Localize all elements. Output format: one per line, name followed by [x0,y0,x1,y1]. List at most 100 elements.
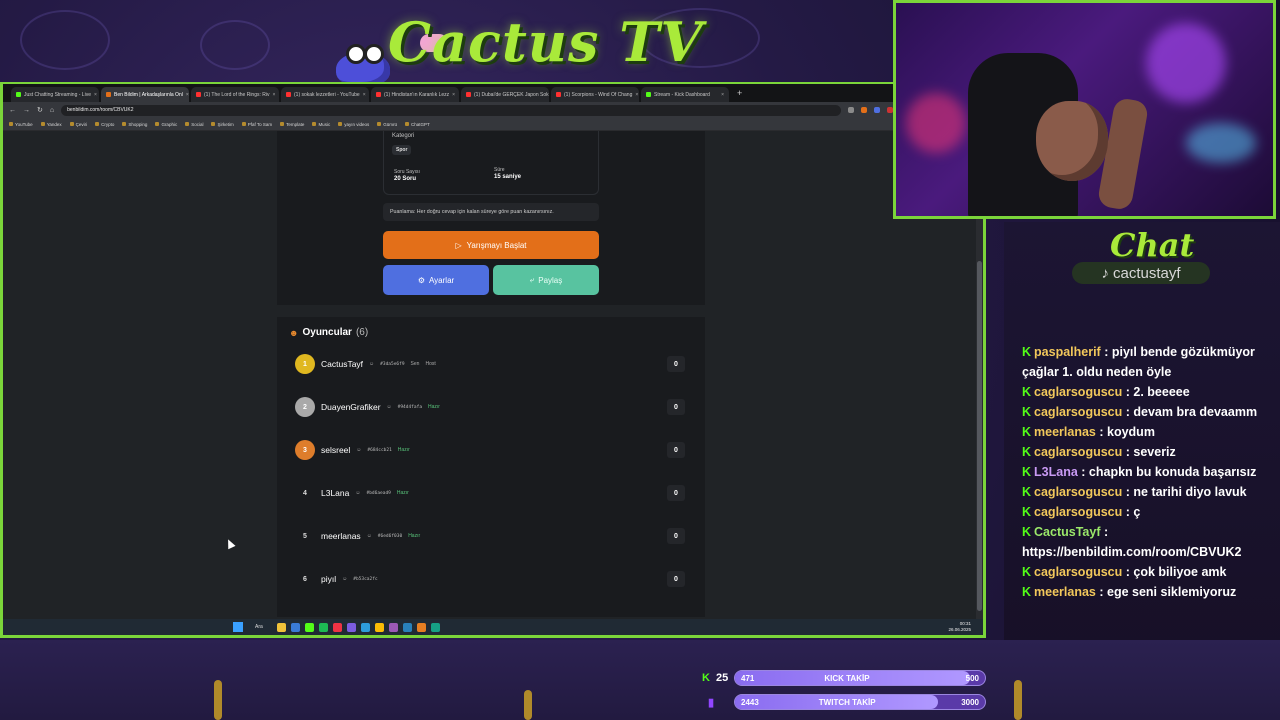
bookmark-label: ChatGPT [410,121,430,127]
app-icon[interactable] [360,622,370,632]
chat-text: : koydum [1099,425,1155,439]
browser-tab[interactable]: (1) sokak lezzetleri - YouTube × [281,87,369,102]
reload-icon[interactable]: ↻ [37,106,43,114]
bookmark-item[interactable]: YouTube [9,122,33,127]
browser-tab[interactable]: Stream - Kick Dashboard × [641,87,729,102]
bookmark-item[interactable]: Graphic [155,122,177,127]
bookmark-label: Social [191,121,204,127]
bookmark-item[interactable]: Şirketim [211,122,234,127]
bookmark-item[interactable]: Çeviri [69,122,87,127]
new-tab-icon[interactable]: + [731,88,748,98]
mascot-icon [336,44,390,86]
bookmark-item[interactable]: Pfaf To Sam [241,122,272,127]
bookmark-item[interactable]: Template [280,122,304,127]
app-icon[interactable] [304,622,314,632]
chat-username: caglarsoguscu [1034,405,1123,419]
chat-username: meerlanas [1034,585,1096,599]
app-icon[interactable] [388,622,398,632]
browser-tab[interactable]: (1) Scorpions - Wind Of Chang × [551,87,639,102]
light-glow [1146,23,1226,103]
browser-tab[interactable]: Ben Bildim | Arkadaşlarınla Onl × [101,87,189,102]
extension-icon[interactable] [848,107,855,113]
close-icon[interactable]: × [363,92,366,98]
tab-favicon-icon [106,92,111,97]
bookmark-item[interactable]: ChatGPT [404,121,430,127]
home-icon[interactable]: ⌂ [50,107,54,114]
cactus-decoration [214,680,222,720]
player-tag: Host [425,361,436,367]
close-icon[interactable]: × [452,92,455,98]
app-icon[interactable] [430,622,440,632]
tab-favicon-icon [16,92,21,97]
player-score: 0 [667,528,685,544]
bookmark-item[interactable]: yayın videos [338,122,369,127]
bookmark-item[interactable]: Music [312,122,330,127]
clock-date: 26.06.2025 [948,627,971,632]
bookmark-label: Yandex [46,121,62,127]
cactus-decoration [524,690,532,720]
settings-button[interactable]: ⚙ Ayarlar [383,265,489,295]
chat-text: : ne tarihi diyo lavuk [1125,485,1247,499]
bookmark-item[interactable]: Yandex [40,121,62,127]
app-icon[interactable] [402,622,412,632]
extension-icon[interactable] [861,107,868,113]
browser-tab[interactable]: (1) Hindistan'ın Karanlık Lezz × [371,87,459,102]
url-input[interactable]: benbildim.com/room/CBVUK2 [61,104,842,116]
chat-username: caglarsoguscu [1034,485,1123,499]
tab-label: Stream - Kick Dashboard [654,91,710,98]
browser-tab[interactable]: (1) Dubai'de GERÇEK Japon Sok× [461,87,549,102]
start-game-button[interactable]: ▷ Yarışmayı Başlat [383,231,599,259]
player-meta: ☺ #94d4fafa Hazır [387,404,440,410]
kick-badge-icon: K [1022,385,1032,399]
taskbar: Ara 00:31 26.06.2025 [3,619,983,635]
close-icon[interactable]: × [186,92,189,98]
chat-message: Kmeerlanas : koydum [1022,422,1272,442]
chat-message: Kcaglarsoguscu : severiz [1022,442,1272,462]
user-icon: ☺ [342,576,348,582]
chat-message: K L3Lana : chapkn bu konuda başarısız [1022,462,1272,482]
folder-icon[interactable] [276,622,286,632]
close-icon[interactable]: × [94,92,97,98]
player-row: 4 L3Lana ☺ #bd6aead9 Hazır 0 [289,476,693,510]
bookmark-item[interactable]: Crypto [95,122,114,127]
close-icon[interactable]: × [721,92,724,98]
taskbar-search[interactable]: Ara [255,624,263,630]
webcam-feed [893,0,1276,219]
bookmark-item[interactable]: Shopping [122,122,147,127]
chat-username: paspalherif [1034,345,1101,359]
scrollbar-thumb[interactable] [977,261,982,611]
spotify-icon[interactable] [318,622,328,632]
chat-message: Kmeerlanas : ege seni siklemiyoruz [1022,582,1272,602]
windows-start-icon[interactable] [233,622,243,632]
forward-icon[interactable]: → [23,107,30,114]
player-score: 0 [667,399,685,415]
app-icon[interactable] [290,622,300,632]
browser-tab[interactable]: Just Chatting Streaming - Live × [11,87,99,102]
bookmark-item[interactable]: Gümrü [377,122,397,127]
duration-label: Süre [494,167,505,173]
chrome-icon[interactable] [374,622,384,632]
system-clock[interactable]: 00:31 26.06.2025 [948,621,971,633]
extension-icon[interactable] [874,107,881,113]
chat-text: : ç [1125,505,1141,519]
folder-icon [122,122,127,126]
player-name: piyıl [321,574,337,584]
browser-tab[interactable]: (1) The Lord of the Rings: Riv × [191,87,279,102]
kick-badge-icon: K [1022,465,1032,479]
game-settings-card: Kategori Spor Soru Sayısı 20 Soru Süre 1… [277,131,705,305]
kick-goal-bar: 471 KICK TAKİP 500 [734,670,986,686]
app-icon[interactable] [332,622,342,632]
bookmark-item[interactable]: Social [185,122,203,127]
background-doodle [20,10,110,70]
taskbar-apps [276,622,440,632]
close-icon[interactable]: × [273,92,276,98]
app-icon[interactable] [416,622,426,632]
player-hash: #bd6aead9 [366,490,391,496]
kick-badge-icon: K [1022,485,1032,499]
share-button[interactable]: ⤶ Paylaş [493,265,599,295]
app-icon[interactable] [346,622,356,632]
page-viewport: Kategori Spor Soru Sayısı 20 Soru Süre 1… [3,131,983,619]
user-icon: ☺ [366,533,372,539]
back-icon[interactable]: ← [9,107,16,114]
close-icon[interactable]: × [635,92,638,98]
